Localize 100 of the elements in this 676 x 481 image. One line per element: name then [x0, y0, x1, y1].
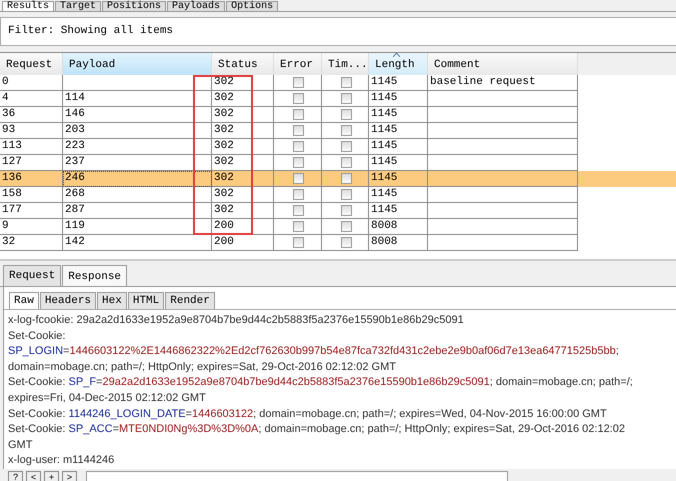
table-row[interactable]: 4 114 302 1145 — [0, 90, 676, 107]
checkbox[interactable] — [293, 108, 304, 120]
tab[interactable]: Target — [55, 0, 102, 11]
table-cell: 127 — [2, 156, 22, 168]
table-cell: 302 — [214, 108, 234, 120]
table-cell: 200 — [214, 220, 234, 232]
table-cell: 203 — [65, 124, 85, 136]
checkbox[interactable] — [340, 156, 352, 168]
checkbox[interactable] — [340, 172, 352, 184]
table-cell: 268 — [65, 188, 85, 200]
tab[interactable]: Render — [165, 292, 215, 310]
checkbox[interactable] — [293, 172, 304, 184]
search-field[interactable] — [86, 471, 508, 481]
tab[interactable]: Positions — [102, 0, 166, 11]
table-cell: 302 — [214, 172, 234, 184]
table-row[interactable]: 9 119 200 8008 — [0, 218, 676, 235]
table-cell: 0 — [2, 76, 9, 88]
table-cell: 36 — [2, 108, 16, 120]
checkbox[interactable] — [293, 92, 304, 104]
column-header[interactable]: Payload — [63, 52, 212, 75]
table-cell: 9 — [2, 220, 9, 232]
table-cell: 246 — [65, 172, 85, 184]
table-cell: 223 — [65, 140, 85, 152]
tab[interactable]: Request — [3, 265, 62, 286]
table-cell: 114 — [65, 92, 85, 104]
column-header[interactable]: Comment — [428, 52, 578, 75]
tab[interactable]: HTML — [128, 292, 164, 310]
tab[interactable]: Headers — [40, 292, 96, 310]
nav-button[interactable]: < — [26, 471, 41, 481]
nav-button[interactable]: ? — [8, 471, 23, 481]
table-row[interactable]: 93 203 302 1145 — [0, 122, 676, 139]
column-header[interactable]: Tim... — [322, 52, 369, 75]
tab[interactable]: Options — [226, 0, 278, 11]
table-cell: 1145 — [371, 108, 398, 120]
table-row[interactable]: 36 146 302 1145 — [0, 106, 676, 123]
checkbox[interactable] — [340, 92, 352, 104]
column-header[interactable]: Length — [369, 52, 428, 75]
checkbox[interactable] — [340, 76, 352, 88]
response-line: x-log-user: m1144246 — [8, 453, 116, 468]
table-cell: 1145 — [371, 92, 398, 104]
table-cell: baseline request — [430, 76, 536, 88]
table-cell: 32 — [2, 236, 16, 248]
table-cell: 237 — [65, 156, 85, 168]
table-cell: 302 — [214, 92, 234, 104]
table-cell: 177 — [2, 204, 22, 216]
tab[interactable]: Hex — [97, 292, 127, 310]
tab[interactable]: Payloads — [167, 0, 226, 11]
filter-bar[interactable]: Filter: Showing all items — [0, 16, 676, 46]
checkbox[interactable] — [293, 220, 304, 232]
checkbox[interactable] — [293, 156, 304, 168]
table-cell: 113 — [2, 140, 22, 152]
table-row[interactable]: 158 268 302 1145 — [0, 186, 676, 203]
table-cell: 1145 — [371, 140, 398, 152]
tab[interactable]: Results — [2, 0, 54, 11]
table-cell: 287 — [65, 204, 85, 216]
table-cell: 136 — [2, 172, 22, 184]
nav-button[interactable]: + — [44, 471, 59, 481]
table-cell: 8008 — [371, 236, 398, 248]
checkbox[interactable] — [293, 204, 304, 216]
table-cell: 302 — [214, 124, 234, 136]
table-cell: 93 — [2, 124, 16, 136]
checkbox[interactable] — [340, 108, 352, 120]
table-cell: 142 — [65, 236, 85, 248]
checkbox[interactable] — [293, 188, 304, 200]
checkbox[interactable] — [340, 188, 352, 200]
table-row[interactable]: 177 287 302 1145 — [0, 202, 676, 219]
table-cell: 119 — [65, 220, 85, 232]
table-cell: 302 — [214, 204, 234, 216]
table-row[interactable]: 136 246 302 1145 — [0, 170, 676, 187]
response-line: Set-Cookie: 1144246_LOGIN_DATE=1446603122; domain=mobage.cn; path=/; expires=Wed, 04-Nov-2015 16:00:00 GMT — [8, 406, 608, 422]
checkbox[interactable] — [340, 204, 352, 216]
table-cell: 1145 — [371, 124, 398, 136]
nav-button[interactable]: > — [62, 471, 77, 481]
tab[interactable]: Response — [62, 265, 128, 286]
table-row[interactable]: 32 142 200 8008 — [0, 234, 676, 251]
response-line: Set-Cookie: — [8, 328, 66, 344]
table-cell: 158 — [2, 188, 22, 200]
checkbox[interactable] — [293, 140, 304, 152]
checkbox[interactable] — [293, 124, 304, 136]
table-cell: 302 — [214, 188, 234, 200]
table-cell: 1145 — [371, 172, 398, 184]
checkbox[interactable] — [340, 140, 352, 152]
checkbox[interactable] — [293, 236, 304, 248]
response-line: x-log-fcookie: 29a2a2d1633e1952a9e8704b7be9d44c2b5883f5a2376e15590b1e86b29c5091 — [8, 313, 465, 328]
table-row[interactable]: 113 223 302 1145 — [0, 138, 676, 155]
checkbox[interactable] — [340, 124, 352, 136]
checkbox[interactable] — [340, 220, 352, 232]
column-header[interactable]: Status — [212, 52, 274, 75]
table-cell: 146 — [65, 108, 85, 120]
response-line: Set-Cookie: SP_ACC=MTE0NDI0Ng%3D%3D%0A; domain=mobage.cn; path=/; HttpOnly; expires=Sat, 29-Oct-2016 02:12:02 — [8, 422, 626, 438]
table-cell: 200 — [214, 236, 234, 248]
tab[interactable]: Raw — [9, 292, 39, 310]
table-cell: 1145 — [371, 156, 398, 168]
table-cell: 1145 — [371, 76, 398, 88]
column-header[interactable]: Request — [0, 52, 63, 75]
response-line: expires=Fri, 04-Dec-2015 02:12:02 GMT — [8, 391, 207, 406]
checkbox[interactable] — [293, 76, 304, 88]
table-cell: 8008 — [371, 220, 398, 232]
column-header[interactable]: Error — [274, 52, 322, 75]
checkbox[interactable] — [340, 236, 352, 248]
